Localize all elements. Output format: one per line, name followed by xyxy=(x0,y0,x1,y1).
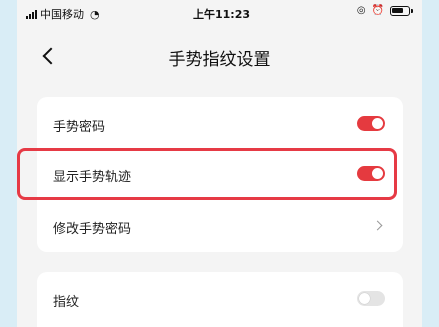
nav-bar: 手势指纹设置 xyxy=(17,30,422,82)
gesture-password-row[interactable]: 手势密码 xyxy=(37,99,403,149)
fingerprint-label: 指纹 xyxy=(53,295,80,310)
fingerprint-card: 指纹 xyxy=(37,272,403,327)
chevron-right-icon xyxy=(372,220,383,231)
status-bar: 中国移动 ◔ 上午11:23 ◎ ⏰ xyxy=(17,0,422,30)
fingerprint-toggle[interactable] xyxy=(357,291,385,306)
battery-icon xyxy=(390,5,413,16)
show-gesture-trace-toggle[interactable] xyxy=(357,166,385,181)
show-gesture-trace-row[interactable]: 显示手势轨迹 xyxy=(37,149,403,199)
gesture-password-label: 手势密码 xyxy=(53,120,106,135)
page-title: 手势指纹设置 xyxy=(168,50,271,70)
carrier-name: 中国移动 xyxy=(40,8,84,21)
gesture-settings-card: 手势密码 显示手势轨迹 修改手势密码 xyxy=(37,97,403,252)
show-gesture-trace-label: 显示手势轨迹 xyxy=(53,170,132,185)
gesture-password-toggle[interactable] xyxy=(357,116,385,131)
change-gesture-password-row[interactable]: 修改手势密码 xyxy=(37,201,403,251)
change-gesture-password-label: 修改手势密码 xyxy=(53,222,132,237)
lock-rotation-icon: ◎ xyxy=(356,5,366,16)
fingerprint-row[interactable]: 指纹 xyxy=(37,274,403,324)
status-time: 上午11:23 xyxy=(193,8,251,21)
status-right: ◎ ⏰ xyxy=(356,5,413,16)
status-left: 中国移动 ◔ xyxy=(26,6,100,22)
wifi-icon: ◔ xyxy=(90,7,100,21)
app-screen: 中国移动 ◔ 上午11:23 ◎ ⏰ 手势指纹设置 手势密码 显示手势轨迹 修改… xyxy=(17,0,422,327)
alarm-icon: ⏰ xyxy=(371,5,384,16)
signal-icon xyxy=(26,9,37,19)
